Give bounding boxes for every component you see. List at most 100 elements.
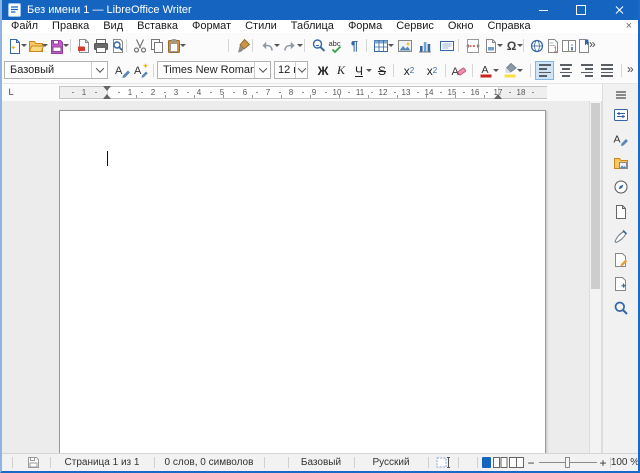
formatting-overflow-icon[interactable]: » [627,62,634,76]
indent-marker-left[interactable] [103,87,112,98]
sidebar-tab-styles[interactable]: A [610,129,632,149]
ruler-number: 18 [514,88,528,97]
align-right-button[interactable] [577,61,596,80]
print-preview-button[interactable] [109,37,126,54]
paragraph-style-dropdown-icon[interactable] [91,62,107,78]
sidebar-tab-navigator[interactable] [610,177,632,197]
insert-table-button[interactable] [372,37,389,54]
menu-tools[interactable]: Сервис [389,20,441,33]
font-color-dropdown-icon[interactable] [493,69,499,72]
close-document-icon[interactable]: × [626,20,632,33]
zoom-out-button[interactable]: − [526,454,536,471]
insert-hyperlink-button[interactable] [528,37,545,54]
cut-button[interactable] [131,37,148,54]
zoom-level-status[interactable]: 100 % [610,454,640,471]
align-left-button[interactable] [535,61,554,80]
menu-help[interactable]: Справка [480,20,537,33]
font-size-dropdown-icon[interactable] [295,62,307,78]
selection-mode-icon[interactable] [430,454,456,471]
highlight-dropdown-icon[interactable] [517,69,523,72]
view-multi-page-button[interactable] [493,454,508,471]
font-color-button[interactable]: A [477,62,494,79]
undo-button[interactable] [258,37,275,54]
strikethrough-button[interactable]: Ѕ [373,61,391,80]
redo-button[interactable] [281,37,298,54]
zoom-slider-handle[interactable] [565,457,570,468]
font-size-combo[interactable]: 12 пт [274,61,308,79]
ruler-number: 12 [376,88,390,97]
superscript-button[interactable]: x2 [398,61,420,80]
font-name-value: Times New Roman [158,64,254,76]
underline-dropdown-icon[interactable] [366,69,372,72]
insert-chart-button[interactable] [416,37,433,54]
indent-marker-right[interactable] [494,87,503,98]
page-number-status[interactable]: Страница 1 из 1 [52,454,152,471]
subscript-button[interactable]: x2 [421,61,443,80]
clear-formatting-button[interactable]: A [450,62,467,79]
zoom-in-button[interactable]: + [598,454,608,471]
insert-image-button[interactable] [396,37,413,54]
toolbar-overflow-icon[interactable]: » [589,37,596,51]
spelling-button[interactable]: abc [328,37,345,54]
language-status-cell[interactable]: Русский [356,454,426,471]
paste-dropdown-icon[interactable] [180,44,186,47]
sidebar-tab-accessibility-check[interactable] [610,298,632,318]
sidebar-settings-icon[interactable] [610,85,632,105]
menu-insert[interactable]: Вставка [130,20,185,33]
svg-text:1: 1 [553,46,557,53]
sidebar-tab-gallery[interactable] [610,153,632,173]
menu-view[interactable]: Вид [96,20,130,33]
maximize-button[interactable] [562,0,600,20]
ruler-number: 3 [169,88,183,97]
sidebar-tab-design[interactable] [610,274,632,294]
redo-dropdown-icon[interactable] [297,44,303,47]
export-pdf-button[interactable] [75,37,92,54]
menu-table[interactable]: Таблица [284,20,341,33]
paragraph-style-combo[interactable]: Базовый [4,61,108,79]
document-page[interactable] [59,110,546,473]
tab-stop-selector[interactable]: L [5,86,17,98]
scrollbar-thumb[interactable] [591,103,600,289]
undo-dropdown-icon[interactable] [274,44,280,47]
view-single-page-button[interactable] [480,454,493,471]
formatting-marks-button[interactable]: ¶ [346,37,363,54]
table-dropdown-icon[interactable] [388,44,394,47]
find-replace-button[interactable] [310,37,327,54]
print-button[interactable] [92,37,109,54]
font-name-dropdown-icon[interactable] [254,62,270,78]
new-style-button[interactable]: A [133,62,150,79]
vertical-scrollbar[interactable] [589,101,602,453]
update-style-button[interactable]: A [114,62,131,79]
italic-button[interactable]: К [332,61,350,80]
clone-formatting-button[interactable] [234,37,251,54]
highlight-color-button[interactable] [501,62,518,79]
close-button[interactable] [600,0,638,20]
sidebar-tab-page[interactable] [610,202,632,222]
minimize-button[interactable] [524,0,562,20]
insert-footnote-button[interactable]: 1 [544,37,561,54]
copy-button[interactable] [148,37,165,54]
menu-form[interactable]: Форма [341,20,389,33]
menu-edit[interactable]: Правка [45,20,96,33]
menu-format[interactable]: Формат [185,20,238,33]
language-status-text: Русский [372,457,409,468]
sidebar-tab-bar: A [602,84,638,453]
menu-styles[interactable]: Стили [238,20,284,33]
menu-window[interactable]: Окно [441,20,481,33]
save-status-icon[interactable] [20,454,46,471]
align-center-button[interactable] [556,61,575,80]
view-book-button[interactable] [508,454,524,471]
font-name-combo[interactable]: Times New Roman [157,61,271,79]
align-justify-button[interactable] [598,61,617,80]
sidebar-tab-properties[interactable] [610,105,632,125]
insert-page-break-button[interactable] [464,37,481,54]
sidebar-tab-style-inspector[interactable] [610,226,632,246]
sidebar-tab-manage-changes[interactable] [610,250,632,270]
ruler[interactable]: 1 123456789101112131415161718 [59,86,547,99]
word-count-status[interactable]: 0 слов, 0 символов [156,454,262,471]
writer-app-icon [8,3,21,17]
insert-text-box-button[interactable] [438,37,455,54]
menu-file[interactable]: Файл [4,20,45,33]
save-dropdown-icon[interactable] [63,44,69,47]
bold-button[interactable]: Ж [314,61,332,80]
